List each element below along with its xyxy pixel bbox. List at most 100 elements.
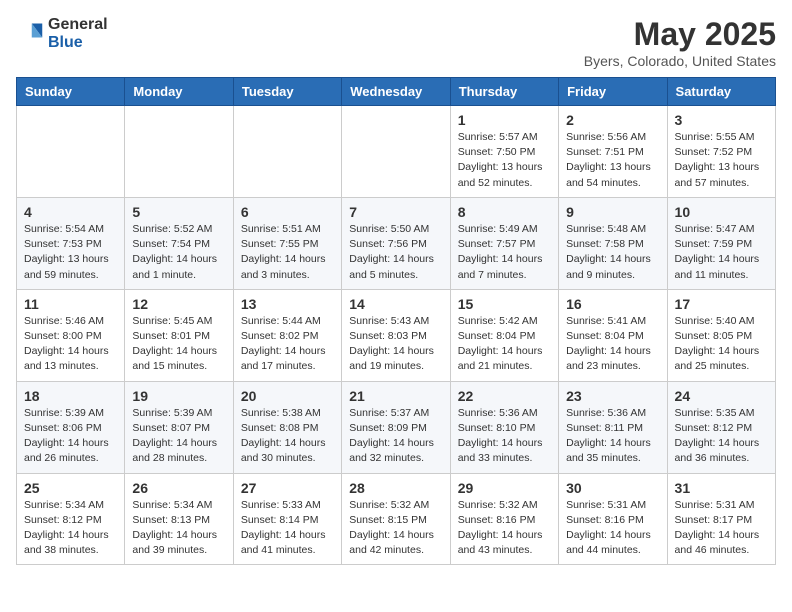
day-number: 19 (132, 388, 225, 404)
day-number: 24 (675, 388, 768, 404)
calendar-cell: 11 Sunrise: 5:46 AM Sunset: 8:00 PM Dayli… (17, 289, 125, 381)
calendar-cell: 24Sunrise: 5:35 AM Sunset: 8:12 PM Dayli… (667, 381, 775, 473)
calendar-cell (342, 106, 450, 198)
day-number: 7 (349, 204, 442, 220)
calendar-cell: 31 Sunrise: 5:31 AM Sunset: 8:17 PM Dayli… (667, 473, 775, 565)
day-info: Sunrise: 5:31 AM Sunset: 8:16 PM Dayligh… (566, 498, 659, 559)
week-row-3: 11 Sunrise: 5:46 AM Sunset: 8:00 PM Dayli… (17, 289, 776, 381)
calendar-cell: 1 Sunrise: 5:57 AM Sunset: 7:50 PM Daylig… (450, 106, 558, 198)
calendar-cell: 29Sunrise: 5:32 AM Sunset: 8:16 PM Dayli… (450, 473, 558, 565)
day-info: Sunrise: 5:32 AM Sunset: 8:15 PM Dayligh… (349, 498, 442, 559)
calendar-cell: 3 Sunrise: 5:55 AM Sunset: 7:52 PM Daylig… (667, 106, 775, 198)
logo-general: General (48, 16, 108, 34)
day-info: Sunrise: 5:46 AM Sunset: 8:00 PM Dayligh… (24, 314, 117, 375)
day-info: Sunrise: 5:36 AM Sunset: 8:11 PM Dayligh… (566, 406, 659, 467)
month-title: May 2025 (584, 16, 776, 53)
day-info: Sunrise: 5:31 AM Sunset: 8:17 PM Dayligh… (675, 498, 768, 559)
day-info: Sunrise: 5:39 AM Sunset: 8:06 PM Dayligh… (24, 406, 117, 467)
week-row-1: 1 Sunrise: 5:57 AM Sunset: 7:50 PM Daylig… (17, 106, 776, 198)
calendar-cell: 28 Sunrise: 5:32 AM Sunset: 8:15 PM Dayli… (342, 473, 450, 565)
day-number: 1 (458, 112, 551, 128)
calendar-cell: 26Sunrise: 5:34 AM Sunset: 8:13 PM Dayli… (125, 473, 233, 565)
day-number: 20 (241, 388, 334, 404)
week-row-4: 18Sunrise: 5:39 AM Sunset: 8:06 PM Dayli… (17, 381, 776, 473)
day-number: 14 (349, 296, 442, 312)
calendar-cell (233, 106, 341, 198)
calendar-cell: 23 Sunrise: 5:36 AM Sunset: 8:11 PM Dayli… (559, 381, 667, 473)
location: Byers, Colorado, United States (584, 53, 776, 69)
calendar-cell: 13 Sunrise: 5:44 AM Sunset: 8:02 PM Dayli… (233, 289, 341, 381)
day-info: Sunrise: 5:41 AM Sunset: 8:04 PM Dayligh… (566, 314, 659, 375)
day-info: Sunrise: 5:48 AM Sunset: 7:58 PM Dayligh… (566, 222, 659, 283)
day-number: 23 (566, 388, 659, 404)
calendar-cell: 16Sunrise: 5:41 AM Sunset: 8:04 PM Dayli… (559, 289, 667, 381)
calendar-cell: 22 Sunrise: 5:36 AM Sunset: 8:10 PM Dayli… (450, 381, 558, 473)
day-number: 10 (675, 204, 768, 220)
logo-text: General Blue (48, 16, 108, 51)
calendar-cell: 4Sunrise: 5:54 AM Sunset: 7:53 PM Daylig… (17, 197, 125, 289)
day-number: 29 (458, 480, 551, 496)
calendar-cell: 15 Sunrise: 5:42 AM Sunset: 8:04 PM Dayli… (450, 289, 558, 381)
day-info: Sunrise: 5:44 AM Sunset: 8:02 PM Dayligh… (241, 314, 334, 375)
calendar-cell: 9 Sunrise: 5:48 AM Sunset: 7:58 PM Daylig… (559, 197, 667, 289)
weekday-header-row: SundayMondayTuesdayWednesdayThursdayFrid… (17, 78, 776, 106)
day-number: 3 (675, 112, 768, 128)
calendar-cell: 6Sunrise: 5:51 AM Sunset: 7:55 PM Daylig… (233, 197, 341, 289)
week-row-5: 25 Sunrise: 5:34 AM Sunset: 8:12 PM Dayli… (17, 473, 776, 565)
day-info: Sunrise: 5:50 AM Sunset: 7:56 PM Dayligh… (349, 222, 442, 283)
day-number: 22 (458, 388, 551, 404)
calendar-cell: 8Sunrise: 5:49 AM Sunset: 7:57 PM Daylig… (450, 197, 558, 289)
day-number: 11 (24, 296, 117, 312)
logo-blue: Blue (48, 34, 108, 52)
day-number: 30 (566, 480, 659, 496)
day-info: Sunrise: 5:45 AM Sunset: 8:01 PM Dayligh… (132, 314, 225, 375)
weekday-header-friday: Friday (559, 78, 667, 106)
day-info: Sunrise: 5:40 AM Sunset: 8:05 PM Dayligh… (675, 314, 768, 375)
calendar-table: SundayMondayTuesdayWednesdayThursdayFrid… (16, 77, 776, 565)
calendar-cell: 5 Sunrise: 5:52 AM Sunset: 7:54 PM Daylig… (125, 197, 233, 289)
calendar-cell: 12Sunrise: 5:45 AM Sunset: 8:01 PM Dayli… (125, 289, 233, 381)
calendar-cell: 20 Sunrise: 5:38 AM Sunset: 8:08 PM Dayli… (233, 381, 341, 473)
day-number: 21 (349, 388, 442, 404)
calendar-cell: 21Sunrise: 5:37 AM Sunset: 8:09 PM Dayli… (342, 381, 450, 473)
day-info: Sunrise: 5:38 AM Sunset: 8:08 PM Dayligh… (241, 406, 334, 467)
day-number: 9 (566, 204, 659, 220)
day-number: 2 (566, 112, 659, 128)
day-info: Sunrise: 5:42 AM Sunset: 8:04 PM Dayligh… (458, 314, 551, 375)
day-number: 31 (675, 480, 768, 496)
weekday-header-thursday: Thursday (450, 78, 558, 106)
day-number: 28 (349, 480, 442, 496)
day-info: Sunrise: 5:33 AM Sunset: 8:14 PM Dayligh… (241, 498, 334, 559)
day-number: 5 (132, 204, 225, 220)
day-info: Sunrise: 5:39 AM Sunset: 8:07 PM Dayligh… (132, 406, 225, 467)
day-info: Sunrise: 5:34 AM Sunset: 8:12 PM Dayligh… (24, 498, 117, 559)
weekday-header-sunday: Sunday (17, 78, 125, 106)
calendar-cell (125, 106, 233, 198)
day-number: 25 (24, 480, 117, 496)
day-number: 13 (241, 296, 334, 312)
day-info: Sunrise: 5:34 AM Sunset: 8:13 PM Dayligh… (132, 498, 225, 559)
day-number: 15 (458, 296, 551, 312)
weekday-header-wednesday: Wednesday (342, 78, 450, 106)
calendar-cell: 30 Sunrise: 5:31 AM Sunset: 8:16 PM Dayli… (559, 473, 667, 565)
calendar-cell: 2 Sunrise: 5:56 AM Sunset: 7:51 PM Daylig… (559, 106, 667, 198)
day-info: Sunrise: 5:47 AM Sunset: 7:59 PM Dayligh… (675, 222, 768, 283)
day-number: 27 (241, 480, 334, 496)
day-info: Sunrise: 5:36 AM Sunset: 8:10 PM Dayligh… (458, 406, 551, 467)
day-info: Sunrise: 5:55 AM Sunset: 7:52 PM Dayligh… (675, 130, 768, 191)
calendar-cell: 27 Sunrise: 5:33 AM Sunset: 8:14 PM Dayli… (233, 473, 341, 565)
calendar-cell: 19 Sunrise: 5:39 AM Sunset: 8:07 PM Dayli… (125, 381, 233, 473)
logo: General Blue (16, 16, 108, 51)
day-number: 17 (675, 296, 768, 312)
day-info: Sunrise: 5:49 AM Sunset: 7:57 PM Dayligh… (458, 222, 551, 283)
day-info: Sunrise: 5:52 AM Sunset: 7:54 PM Dayligh… (132, 222, 225, 283)
title-block: May 2025 Byers, Colorado, United States (584, 16, 776, 69)
calendar-cell: 10 Sunrise: 5:47 AM Sunset: 7:59 PM Dayli… (667, 197, 775, 289)
calendar-cell: 25 Sunrise: 5:34 AM Sunset: 8:12 PM Dayli… (17, 473, 125, 565)
day-info: Sunrise: 5:51 AM Sunset: 7:55 PM Dayligh… (241, 222, 334, 283)
day-info: Sunrise: 5:57 AM Sunset: 7:50 PM Dayligh… (458, 130, 551, 191)
week-row-2: 4Sunrise: 5:54 AM Sunset: 7:53 PM Daylig… (17, 197, 776, 289)
page-header: General Blue May 2025 Byers, Colorado, U… (16, 16, 776, 69)
day-info: Sunrise: 5:56 AM Sunset: 7:51 PM Dayligh… (566, 130, 659, 191)
calendar-cell: 14Sunrise: 5:43 AM Sunset: 8:03 PM Dayli… (342, 289, 450, 381)
